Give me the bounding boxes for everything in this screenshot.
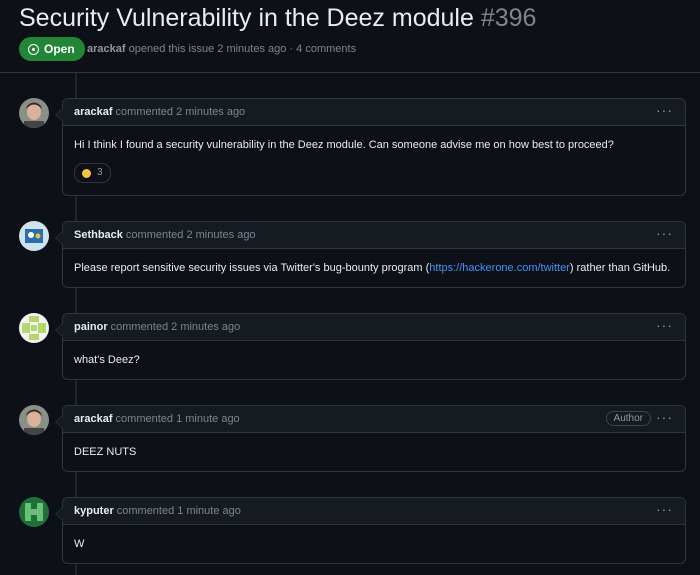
comment-card: painor commented 2 minutes ago ··· what'… [55, 313, 686, 380]
comment-header: arackaf commented 1 minute ago Author ··… [63, 406, 685, 433]
comment-meta[interactable]: commented 1 minute ago [116, 413, 240, 425]
comment-text: DEEZ NUTS [74, 446, 137, 458]
issue-number: #396 [480, 4, 537, 32]
comment-body: Hi I think I found a security vulnerabil… [63, 126, 685, 195]
kebab-horizontal-icon[interactable]: ··· [656, 410, 673, 424]
comment-text: Hi I think I found a security vulnerabil… [74, 139, 614, 151]
comment-card: Sethback commented 2 minutes ago ··· Ple… [55, 221, 686, 288]
comment-header: arackaf commented 2 minutes ago ··· [63, 99, 685, 126]
smile-icon [82, 168, 91, 178]
reaction-button[interactable]: 3 [74, 163, 111, 183]
avatar-kyputer[interactable] [19, 497, 49, 527]
hackerone-link[interactable]: https://hackerone.com/twitter [429, 262, 570, 274]
comment-author[interactable]: arackaf [74, 413, 113, 425]
avatar-arackaf[interactable] [19, 98, 49, 128]
issue-opener-link[interactable]: arackaf [87, 43, 126, 55]
kebab-horizontal-icon[interactable]: ··· [656, 502, 673, 516]
comment-text-end: ) rather than GitHub. [569, 262, 671, 274]
comment-meta[interactable]: commented 2 minutes ago [116, 106, 246, 118]
issue-state-badge: Open [19, 37, 85, 61]
avatar-arackaf[interactable] [19, 405, 49, 435]
comment-meta[interactable]: commented 2 minutes ago [126, 229, 256, 241]
comment-author[interactable]: kyputer [74, 505, 114, 517]
kebab-horizontal-icon[interactable]: ··· [656, 226, 673, 240]
comment-body: DEEZ NUTS [63, 433, 685, 471]
comment-text: Please report sensitive security issues … [74, 262, 430, 274]
kebab-horizontal-icon[interactable]: ··· [656, 318, 673, 332]
comment-author[interactable]: arackaf [74, 106, 113, 118]
comment-header: painor commented 2 minutes ago ··· [63, 314, 685, 341]
comment-card: kyputer commented 1 minute ago ··· W [55, 497, 686, 564]
comment-text: what's Deez? [74, 354, 140, 366]
comment-author[interactable]: Sethback [74, 229, 123, 241]
comment-meta[interactable]: commented 2 minutes ago [111, 321, 241, 333]
kebab-horizontal-icon[interactable]: ··· [656, 103, 673, 117]
comment-card: arackaf commented 2 minutes ago ··· Hi I… [55, 98, 686, 196]
issue-title-text: Security Vulnerability in the Deez modul… [19, 4, 474, 32]
comment-header: Sethback commented 2 minutes ago ··· [63, 222, 685, 249]
comment-meta[interactable]: commented 1 minute ago [117, 505, 241, 517]
issue-state-label: Open [44, 42, 75, 56]
header-divider [0, 72, 700, 73]
author-badge: Author [605, 411, 651, 426]
issue-meta: arackaf opened this issue 2 minutes ago … [87, 43, 356, 55]
avatar-painor[interactable] [19, 313, 49, 343]
comment-body: Please report sensitive security issues … [63, 249, 685, 287]
avatar-sethback[interactable] [19, 221, 49, 251]
comment-author[interactable]: painor [74, 321, 108, 333]
reaction-count: 3 [97, 167, 103, 178]
issue-opened-icon [28, 43, 39, 55]
comment-card: arackaf commented 1 minute ago Author ··… [55, 405, 686, 472]
comment-body: what's Deez? [63, 341, 685, 379]
issue-title: Security Vulnerability in the Deez modul… [19, 2, 536, 34]
issue-opened-text: opened this issue 2 minutes ago · 4 comm… [128, 43, 357, 55]
comment-body: W [63, 525, 685, 563]
comment-text: W [74, 538, 85, 550]
comment-header: kyputer commented 1 minute ago ··· [63, 498, 685, 525]
